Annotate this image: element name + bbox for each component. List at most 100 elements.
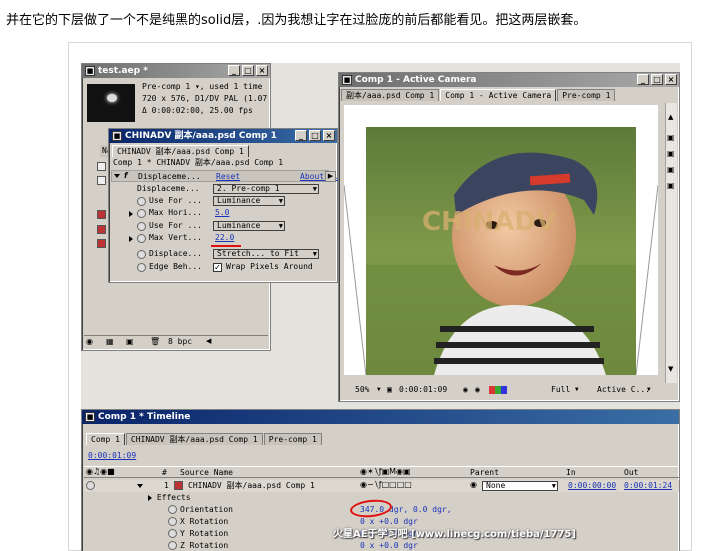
- close-icon[interactable]: ×: [256, 65, 268, 76]
- project-footer: ◉ ▦ ▣ 🗑 8 bpc ◀: [84, 335, 268, 348]
- minimize-icon[interactable]: _: [228, 65, 240, 76]
- chevron-down-icon[interactable]: ▼: [647, 384, 651, 396]
- trash-icon[interactable]: 🗑: [150, 337, 160, 346]
- layer-in-time[interactable]: 0:00:00:00: [568, 480, 616, 491]
- layer-out-time[interactable]: 0:00:01:24: [624, 480, 672, 491]
- effect-controls-titlebar[interactable]: ■ CHINADV 副本/aaa.psd Comp 1 _ □ ×: [109, 129, 337, 143]
- minimize-icon[interactable]: _: [295, 130, 307, 141]
- tab-precomp-1[interactable]: Pre-comp 1: [263, 433, 322, 445]
- project-info-line-2: 720 x 576, D1/DV PAL (1.07: [142, 94, 268, 103]
- tab-active-camera[interactable]: Comp 1 - Active Camera: [440, 89, 557, 101]
- layer-switches-icon[interactable]: ◉−∖ƒ□□□□: [360, 480, 412, 489]
- maximize-icon[interactable]: □: [651, 74, 663, 85]
- stopwatch-icon[interactable]: [168, 517, 177, 526]
- max-vertical-value[interactable]: 22.0: [215, 232, 234, 244]
- panel-icon[interactable]: ▣: [667, 133, 675, 142]
- tab-effect-controls[interactable]: CHINADV 副本/aaa.psd Comp 1: [112, 145, 249, 157]
- composition-titlebar[interactable]: ■ Comp 1 - Active Camera _ □ ×: [339, 73, 679, 87]
- comp-canvas[interactable]: CHINADV: [344, 105, 658, 375]
- maximize-icon[interactable]: □: [309, 130, 321, 141]
- stopwatch-icon[interactable]: [168, 529, 177, 538]
- comp-timecode[interactable]: 0:00:01:09: [399, 384, 447, 396]
- scroll-right-icon[interactable]: ▶: [325, 171, 336, 182]
- timeline-layer-row[interactable]: 1 CHINADV 副本/aaa.psd Comp 1 ◉−∖ƒ□□□□ ◉ N…: [84, 480, 679, 492]
- fx-toggle-icon[interactable]: f: [124, 171, 127, 180]
- show-snapshot-icon[interactable]: ◉: [475, 384, 480, 396]
- header-in[interactable]: In: [566, 467, 576, 478]
- use-for-horizontal-dropdown[interactable]: Luminance ▼: [213, 196, 285, 206]
- project-bpc[interactable]: 8 bpc: [168, 337, 192, 346]
- layer-name[interactable]: CHINADV 副本/aaa.psd Comp 1: [188, 480, 315, 491]
- displacement-behavior-dropdown[interactable]: Stretch... to Fit ▼: [213, 249, 319, 259]
- stopwatch-icon[interactable]: [168, 541, 177, 550]
- displacement-layer-dropdown[interactable]: 2. Pre-comp 1 ▼: [213, 184, 319, 194]
- camera-dropdown[interactable]: Active C...: [597, 384, 650, 396]
- stopwatch-icon[interactable]: [168, 505, 177, 514]
- comp-icon[interactable]: [97, 239, 106, 248]
- chevron-down-icon[interactable]: ▼: [575, 384, 579, 396]
- header-parent[interactable]: Parent: [470, 467, 499, 478]
- chevron-down-icon: ▼: [278, 197, 283, 205]
- tab-precomp-1[interactable]: Pre-comp 1: [557, 89, 616, 101]
- disclosure-triangle-icon[interactable]: [129, 211, 133, 217]
- stopwatch-icon[interactable]: [137, 222, 146, 231]
- chevron-down-icon[interactable]: ▼: [377, 384, 381, 396]
- vertical-scrollbar[interactable]: ▲ ▣ ▣ ▣ ▣ ▼: [665, 103, 677, 383]
- snapshot-icon[interactable]: ◉: [463, 384, 468, 396]
- checkbox-checked-icon[interactable]: ✓: [213, 263, 222, 272]
- dropdown-value: Luminance: [217, 196, 261, 205]
- footage-icon[interactable]: [97, 176, 106, 185]
- header-out[interactable]: Out: [624, 467, 638, 478]
- comp-icon[interactable]: [97, 225, 106, 234]
- effects-group[interactable]: Effects: [148, 492, 191, 503]
- disclosure-triangle-icon[interactable]: [129, 236, 133, 242]
- header-source-name[interactable]: Source Name: [180, 467, 233, 478]
- dropdown-value: Stretch... to Fit: [217, 249, 299, 258]
- timeline-titlebar[interactable]: ■ Comp 1 * Timeline: [82, 410, 679, 424]
- stopwatch-icon[interactable]: [137, 234, 146, 243]
- use-for-vertical-dropdown[interactable]: Luminance ▼: [213, 221, 285, 231]
- scroll-down-icon[interactable]: ▼: [668, 365, 673, 373]
- minimize-icon[interactable]: _: [637, 74, 649, 85]
- tab-chinadv-comp[interactable]: CHINADV 副本/aaa.psd Comp 1: [125, 433, 263, 445]
- footage-icon[interactable]: [97, 162, 106, 171]
- comp-icon[interactable]: [97, 210, 106, 219]
- layer-index: 1: [164, 481, 169, 490]
- project-titlebar[interactable]: ■ test.aep * _ □ ×: [82, 64, 270, 78]
- composition-title: Comp 1 - Active Camera: [355, 75, 477, 85]
- panel-icon[interactable]: ▣: [667, 149, 675, 158]
- stopwatch-icon[interactable]: [137, 250, 146, 259]
- new-folder-icon[interactable]: ▦: [106, 337, 114, 346]
- disclosure-triangle-icon[interactable]: [137, 484, 143, 488]
- resolution-dropdown[interactable]: Full: [551, 384, 570, 396]
- new-comp-icon[interactable]: ▣: [126, 337, 134, 346]
- zoom-level[interactable]: 50%: [355, 384, 369, 396]
- close-icon[interactable]: ×: [323, 130, 335, 141]
- reset-link[interactable]: Reset: [216, 171, 240, 182]
- scroll-up-icon[interactable]: ▲: [668, 113, 673, 121]
- intro-text: 并在它的下层做了一个不是纯黑的solid层，.因为我想让字在过脸庞的前后都能看见…: [6, 13, 587, 28]
- timeline-timecode[interactable]: 0:00:01:09: [88, 450, 136, 461]
- z-rotation-value[interactable]: 0 x +0.0 dgr: [360, 540, 418, 551]
- site-watermark: 火星AE于学习吧 [www.linecg.com/tieba/1775]: [333, 529, 576, 540]
- safe-zones-icon[interactable]: ▣: [387, 384, 392, 396]
- scroll-left-icon[interactable]: ◀: [206, 337, 211, 345]
- panel-icon[interactable]: ▣: [667, 165, 675, 174]
- interpret-footage-icon[interactable]: ◉: [86, 337, 93, 346]
- maximize-icon[interactable]: □: [242, 65, 254, 76]
- channel-icon[interactable]: [489, 386, 507, 394]
- max-horizontal-value[interactable]: 5.0: [215, 207, 229, 219]
- prop-label: Max Vert...: [149, 233, 202, 242]
- stopwatch-icon[interactable]: [137, 197, 146, 206]
- disclosure-triangle-icon[interactable]: [114, 174, 120, 178]
- pickwhip-icon[interactable]: ◉: [470, 480, 477, 489]
- tab-precomp-layer[interactable]: 副本/aaa.psd Comp 1: [341, 89, 440, 101]
- stopwatch-icon[interactable]: [137, 209, 146, 218]
- eye-icon[interactable]: [86, 481, 95, 490]
- tab-comp-1[interactable]: Comp 1: [86, 433, 125, 445]
- panel-icon[interactable]: ▣: [667, 181, 675, 190]
- stopwatch-icon[interactable]: [137, 263, 146, 272]
- close-icon[interactable]: ×: [665, 74, 677, 85]
- disclosure-triangle-icon[interactable]: [148, 494, 152, 501]
- parent-dropdown[interactable]: None ▼: [482, 481, 558, 491]
